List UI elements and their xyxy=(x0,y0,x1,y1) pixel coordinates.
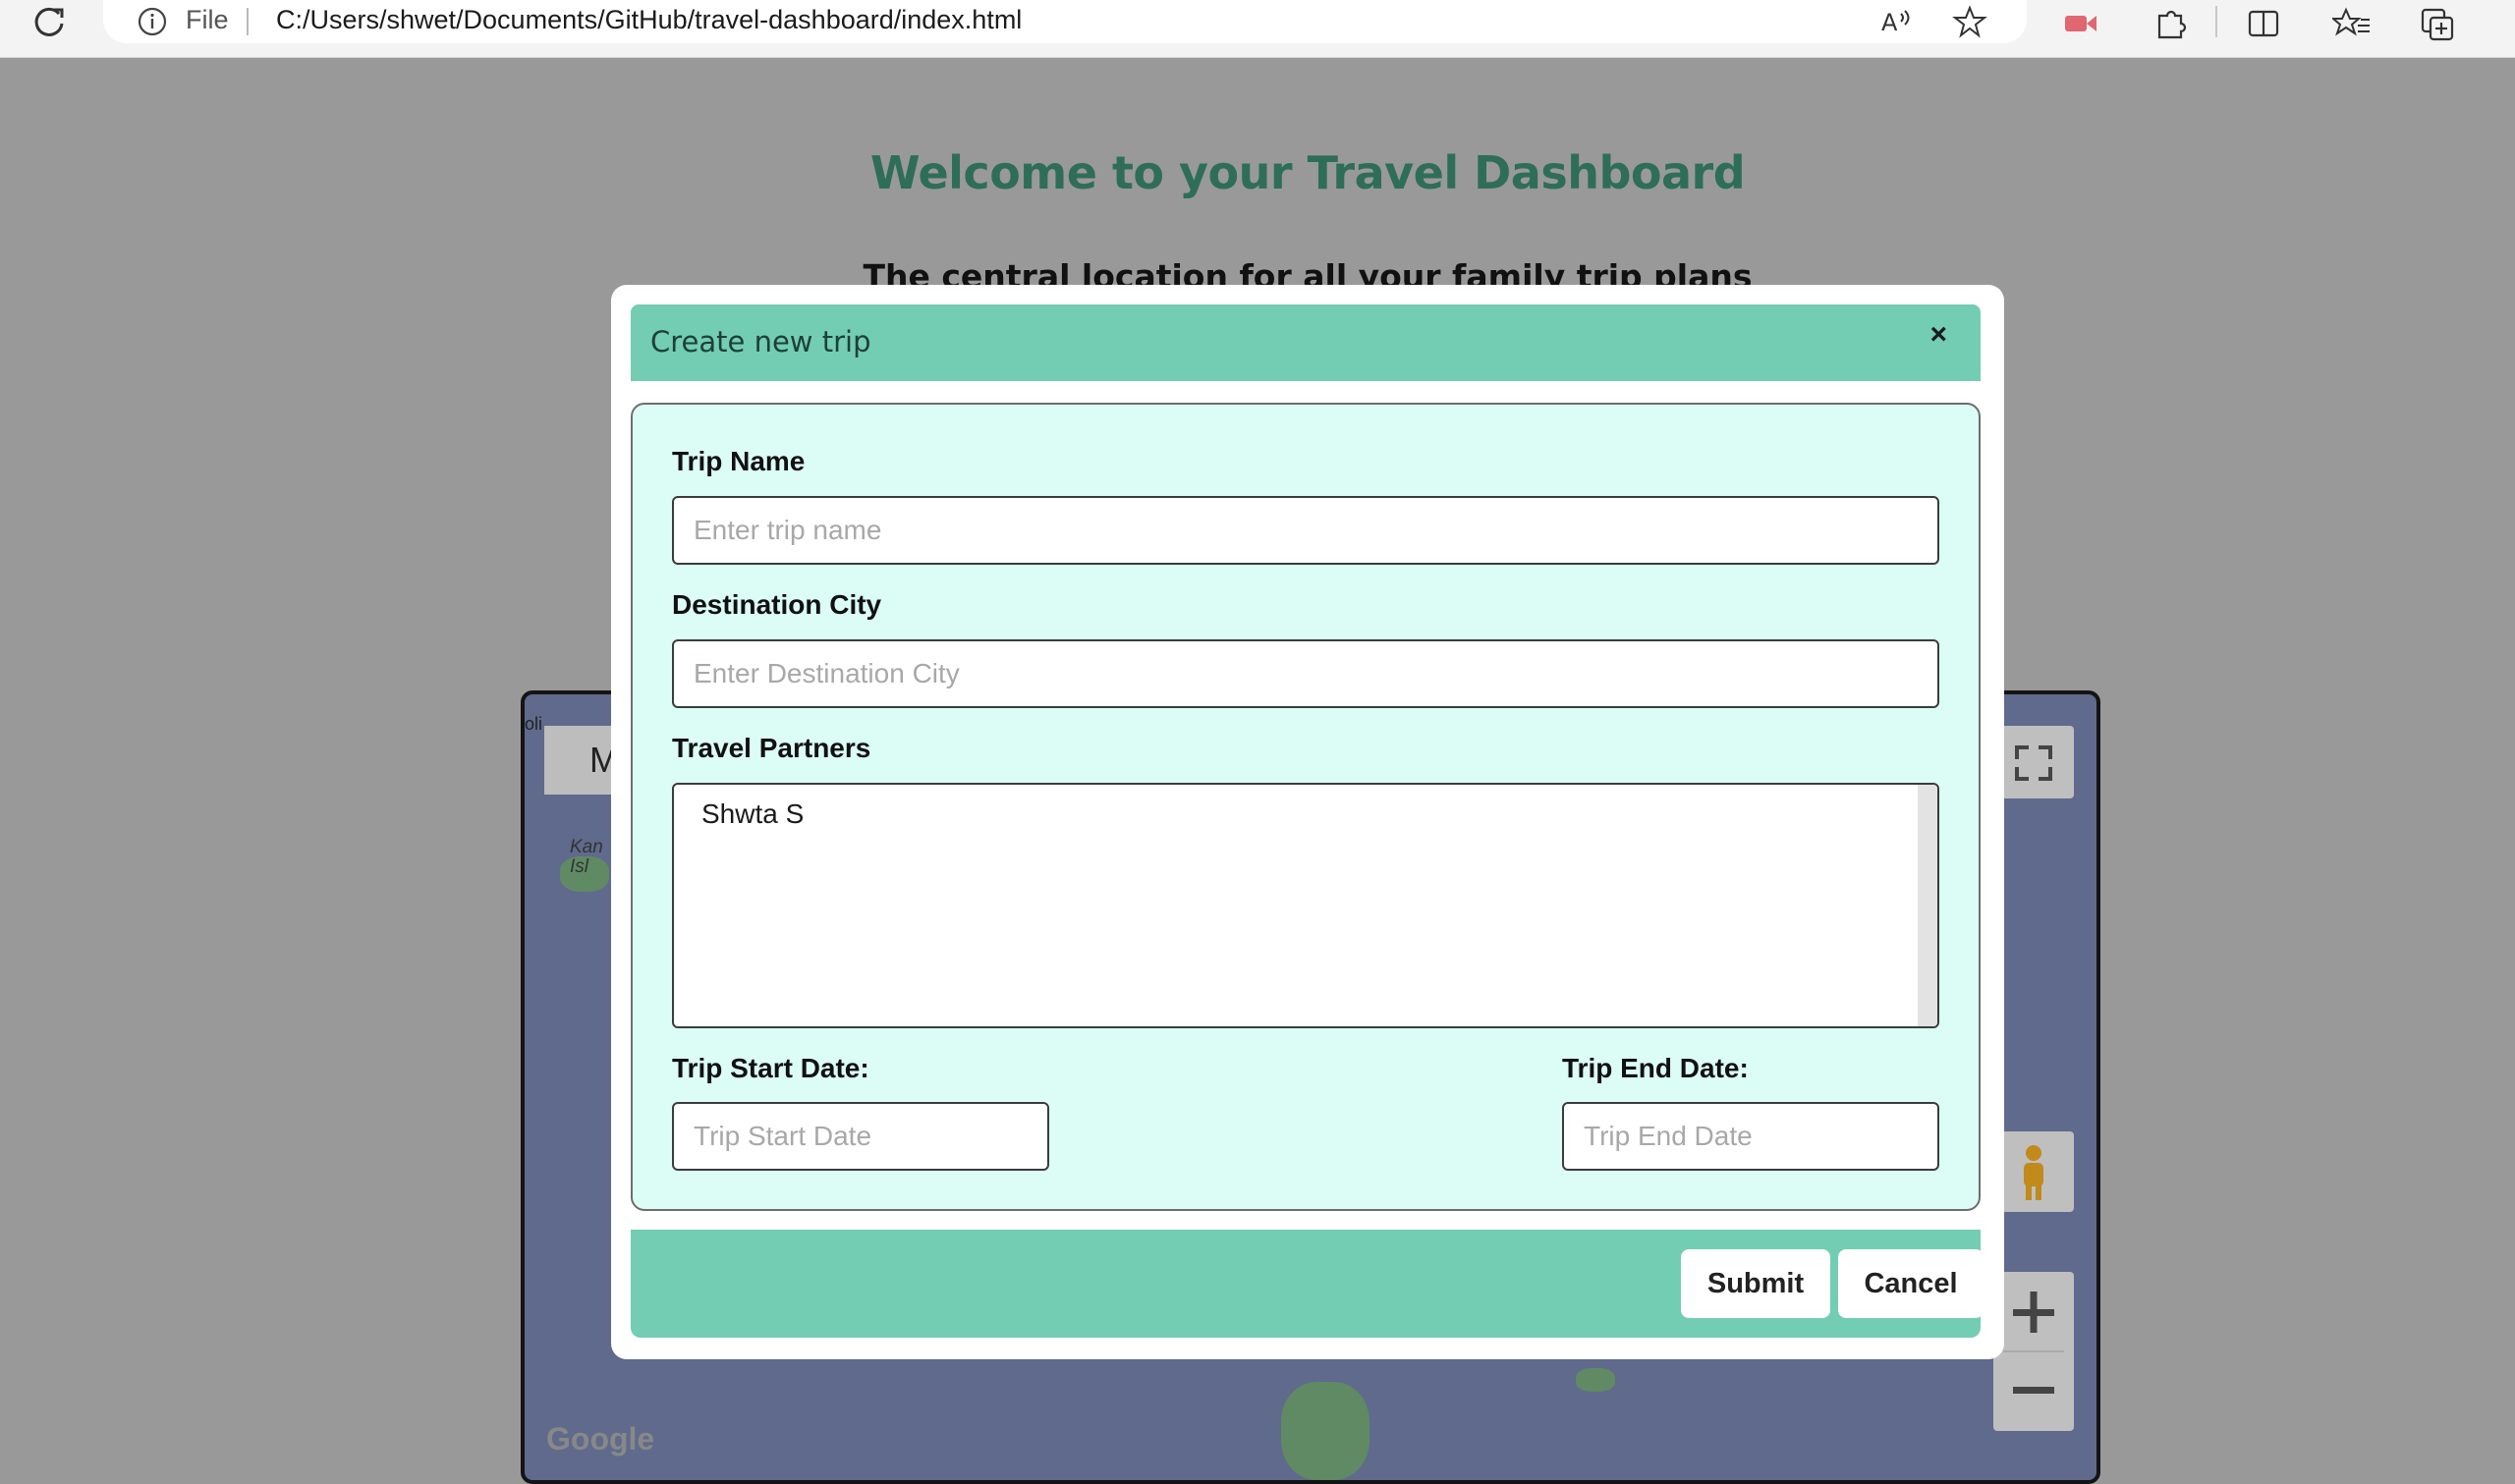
fullscreen-button[interactable] xyxy=(1993,726,2074,798)
travel-partners-select[interactable]: Shwta S xyxy=(672,783,1939,1028)
trip-name-input[interactable] xyxy=(672,496,1939,565)
google-logo: Google xyxy=(546,1421,655,1457)
browser-toolbar: File C:/Users/shwet/Documents/GitHub/tra… xyxy=(0,0,2515,58)
create-trip-modal: Create new trip × Trip Name Destination … xyxy=(611,285,2004,1359)
scrollbar[interactable] xyxy=(1918,785,1937,1026)
destination-city-input[interactable] xyxy=(672,639,1939,708)
map-place-label: Kan Isl xyxy=(570,837,603,877)
partner-option[interactable]: Shwta S xyxy=(701,798,804,830)
read-aloud-icon[interactable]: A xyxy=(1879,4,1915,39)
trip-end-date-input[interactable] xyxy=(1562,1102,1939,1171)
reload-icon[interactable] xyxy=(28,2,71,41)
cancel-button[interactable]: Cancel xyxy=(1838,1249,1984,1318)
map-corner-label: oli xyxy=(525,714,543,734)
map-island xyxy=(1281,1382,1369,1480)
url-text[interactable]: C:/Users/shwet/Documents/GitHub/travel-d… xyxy=(276,5,1022,35)
file-scheme-label: File xyxy=(186,5,229,34)
submit-button[interactable]: Submit xyxy=(1681,1249,1830,1318)
trip-start-date-label: Trip Start Date: xyxy=(672,1053,869,1083)
trip-start-date-input[interactable] xyxy=(672,1102,1049,1171)
zoom-in-icon[interactable] xyxy=(2013,1292,2054,1333)
trip-name-label: Trip Name xyxy=(672,446,806,476)
zoom-out-icon[interactable] xyxy=(2013,1387,2054,1394)
split-screen-icon[interactable] xyxy=(2244,4,2283,43)
modal-footer: Submit Cancel xyxy=(631,1230,1984,1338)
toolbar-divider xyxy=(2215,6,2217,37)
map-island xyxy=(1576,1368,1615,1392)
modal-title: Create new trip xyxy=(650,325,871,358)
destination-city-label: Destination City xyxy=(672,589,882,620)
trip-end-date-label: Trip End Date: xyxy=(1562,1053,1749,1083)
close-icon[interactable]: × xyxy=(1929,318,1947,352)
info-icon[interactable] xyxy=(137,6,168,37)
address-bar[interactable]: File C:/Users/shwet/Documents/GitHub/tra… xyxy=(103,0,2027,43)
zoom-controls xyxy=(1993,1272,2074,1431)
trip-form: Trip Name Destination City Travel Partne… xyxy=(631,403,1981,1211)
fullscreen-icon xyxy=(2015,745,2052,781)
favorites-icon[interactable] xyxy=(2332,4,2372,43)
street-view-pegman[interactable] xyxy=(1993,1131,2074,1212)
video-extension-icon[interactable] xyxy=(2061,4,2100,43)
travel-partners-label: Travel Partners xyxy=(672,733,871,763)
pegman-icon xyxy=(2024,1145,2043,1200)
extensions-icon[interactable] xyxy=(2150,4,2189,43)
address-divider xyxy=(247,8,249,35)
page-title: Welcome to your Travel Dashboard xyxy=(869,145,1746,199)
collections-icon[interactable] xyxy=(2419,4,2458,43)
modal-header: Create new trip × xyxy=(631,304,1981,381)
favorite-star-icon[interactable] xyxy=(1952,4,1987,39)
svg-text:A: A xyxy=(1881,9,1898,36)
